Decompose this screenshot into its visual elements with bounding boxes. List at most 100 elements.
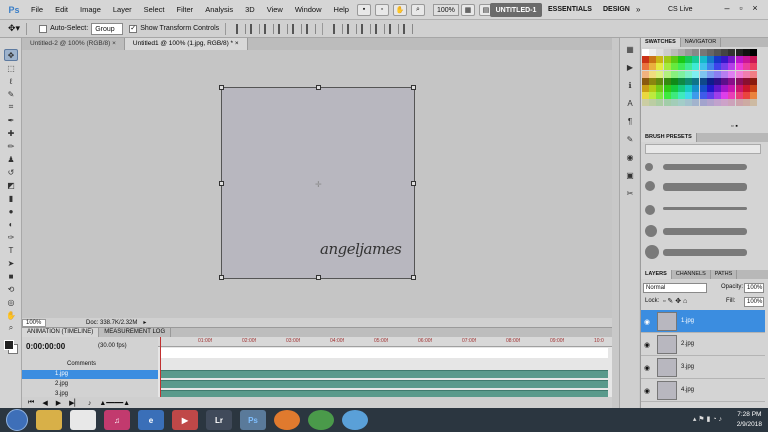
- swatch[interactable]: [663, 70, 671, 78]
- swatch[interactable]: [750, 63, 757, 71]
- align-right-icon[interactable]: [306, 23, 317, 34]
- swatch[interactable]: [742, 85, 750, 92]
- swatch[interactable]: [670, 56, 678, 64]
- zoom-tool-icon[interactable]: ⌕: [410, 3, 425, 16]
- swatch[interactable]: [649, 99, 657, 107]
- menu-file[interactable]: File: [25, 0, 49, 20]
- layer-row[interactable]: ◉ 2.jpg: [641, 333, 765, 356]
- anim-layer-row[interactable]: 1.jpg: [22, 370, 158, 379]
- swatch[interactable]: [706, 70, 714, 78]
- zoom-slider-icon[interactable]: ▲━━━━▲: [99, 399, 130, 407]
- distribute-bottom-icon[interactable]: [361, 23, 372, 34]
- swatch[interactable]: [742, 70, 750, 78]
- swatch[interactable]: [714, 70, 721, 78]
- swatch[interactable]: [692, 63, 700, 71]
- comments-track[interactable]: [160, 348, 608, 358]
- align-top-icon[interactable]: [236, 23, 247, 34]
- comments-row[interactable]: Comments: [22, 359, 158, 369]
- workspace-design[interactable]: DESIGN: [603, 3, 630, 17]
- swatch[interactable]: [714, 49, 721, 56]
- swatch[interactable]: [750, 99, 757, 107]
- distribute-vcenter-icon[interactable]: [347, 23, 358, 34]
- tab-channels[interactable]: CHANNELS: [672, 270, 711, 279]
- swatch[interactable]: [642, 99, 649, 107]
- swatch[interactable]: [728, 63, 736, 71]
- new-swatch-icon[interactable]: ▫ ▪: [731, 123, 738, 130]
- swatch[interactable]: [714, 56, 721, 64]
- path-select-tool-icon[interactable]: ➤: [4, 257, 18, 269]
- swatch[interactable]: [699, 77, 707, 85]
- swatch[interactable]: [656, 92, 664, 100]
- swatch[interactable]: [685, 92, 693, 100]
- swatch[interactable]: [663, 49, 671, 56]
- swatch-grid[interactable]: [642, 49, 758, 109]
- view-extras-icon[interactable]: ▦: [460, 3, 475, 16]
- marquee-tool-icon[interactable]: ⬚: [4, 62, 18, 74]
- swatch[interactable]: [692, 70, 700, 78]
- swatch[interactable]: [670, 49, 678, 56]
- tab-layers[interactable]: LAYERS: [641, 270, 672, 279]
- swatch[interactable]: [656, 56, 664, 64]
- swatch[interactable]: [735, 99, 743, 107]
- swatch[interactable]: [706, 56, 714, 64]
- swatch[interactable]: [678, 70, 685, 78]
- menu-layer[interactable]: Layer: [107, 0, 138, 20]
- tab-paths[interactable]: PATHS: [711, 270, 738, 279]
- workspace-more[interactable]: »: [636, 3, 640, 17]
- menu-select[interactable]: Select: [138, 0, 171, 20]
- transform-handle[interactable]: [316, 275, 321, 280]
- swatch[interactable]: [656, 70, 664, 78]
- distribute-top-icon[interactable]: [333, 23, 344, 34]
- eye-icon[interactable]: ◉: [644, 318, 650, 326]
- swatch[interactable]: [735, 85, 743, 92]
- swatch[interactable]: [721, 70, 729, 78]
- swatch[interactable]: [728, 56, 736, 64]
- brush-panel-icon[interactable]: ✎: [623, 132, 637, 146]
- swatch[interactable]: [642, 85, 649, 92]
- start-button[interactable]: [6, 409, 28, 431]
- tab-brush-presets[interactable]: BRUSH PRESETS: [641, 133, 697, 142]
- swatch[interactable]: [692, 85, 700, 92]
- transform-handle[interactable]: [411, 85, 416, 90]
- dodge-tool-icon[interactable]: ◐: [4, 218, 18, 230]
- swatch[interactable]: [721, 85, 729, 92]
- swatch[interactable]: [678, 49, 685, 56]
- swatch[interactable]: [750, 70, 757, 78]
- transform-handle[interactable]: [316, 85, 321, 90]
- swatch[interactable]: [699, 63, 707, 71]
- swatch[interactable]: [678, 92, 685, 100]
- swatch[interactable]: [728, 85, 736, 92]
- workspace-untitled[interactable]: UNTITLED-1: [490, 3, 542, 17]
- swatch[interactable]: [663, 77, 671, 85]
- fill-field[interactable]: 100%: [744, 297, 764, 307]
- swatch[interactable]: [656, 99, 664, 107]
- eraser-tool-icon[interactable]: ◩: [4, 179, 18, 191]
- swatch[interactable]: [735, 70, 743, 78]
- history-panel-icon[interactable]: ▦: [623, 42, 637, 56]
- swatch[interactable]: [721, 92, 729, 100]
- status-arrow-icon[interactable]: ▸: [143, 319, 146, 326]
- timeline[interactable]: 01:00f 02:00f 03:00f 04:00f 05:00f 06:00…: [158, 337, 612, 398]
- swatch[interactable]: [670, 77, 678, 85]
- crop-tool-icon[interactable]: ⌗: [4, 101, 18, 113]
- swatch[interactable]: [750, 85, 757, 92]
- cs-live-button[interactable]: CS Live: [668, 3, 693, 17]
- zoom-tool-icon[interactable]: ⌕: [4, 322, 18, 334]
- swatch[interactable]: [656, 77, 664, 85]
- swatch[interactable]: [663, 92, 671, 100]
- swatch[interactable]: [714, 77, 721, 85]
- info-panel-icon[interactable]: ℹ: [623, 78, 637, 92]
- menu-edit[interactable]: Edit: [49, 0, 74, 20]
- layer-track[interactable]: [160, 370, 608, 378]
- swatch[interactable]: [699, 56, 707, 64]
- internet-explorer-icon[interactable]: e: [138, 410, 164, 430]
- layer-row[interactable]: ◉ 4.jpg: [641, 379, 765, 402]
- swatch[interactable]: [750, 77, 757, 85]
- swatch[interactable]: [721, 49, 729, 56]
- swatch[interactable]: [750, 56, 757, 64]
- playhead[interactable]: [160, 337, 161, 397]
- clone-source-icon[interactable]: ◉: [623, 150, 637, 164]
- healing-brush-tool-icon[interactable]: ✚: [4, 127, 18, 139]
- auto-select-dropdown[interactable]: Group: [91, 22, 124, 35]
- transform-center-icon[interactable]: ✛: [315, 180, 322, 189]
